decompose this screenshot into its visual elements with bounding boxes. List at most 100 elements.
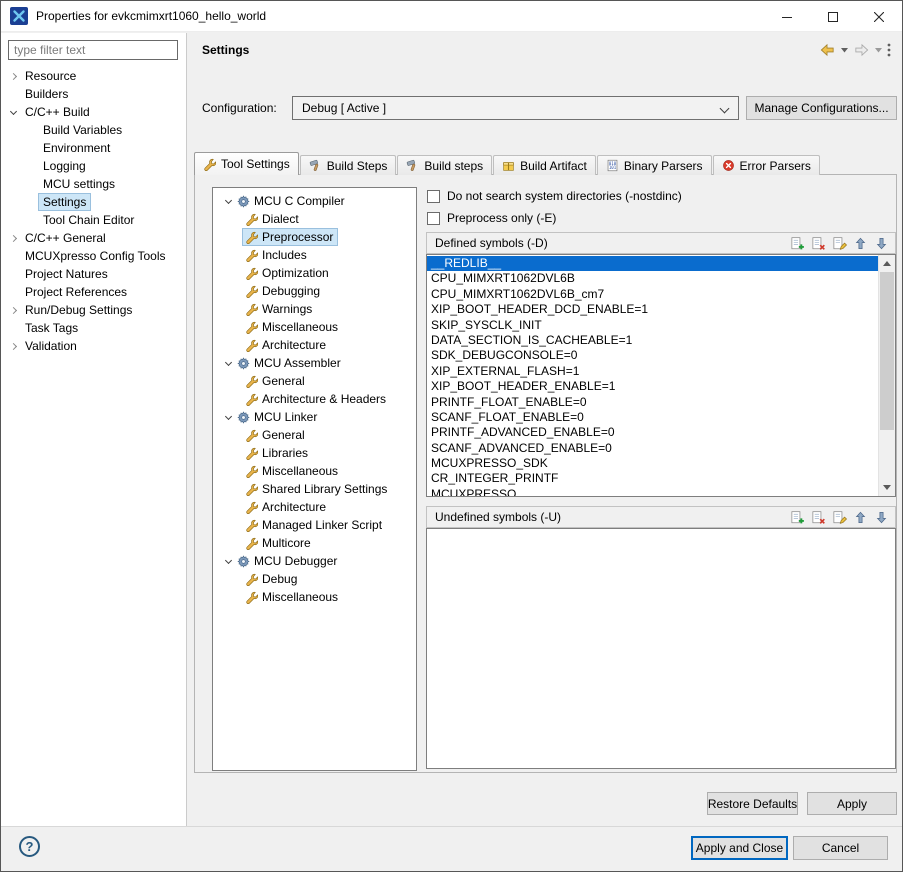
tab-binary-parsers[interactable]: 010101Binary Parsers: [597, 155, 712, 175]
tab-error-parsers[interactable]: Error Parsers: [713, 155, 820, 175]
add-button[interactable]: [788, 234, 807, 252]
expand-arrow-icon[interactable]: [5, 74, 21, 79]
maximize-button[interactable]: [810, 1, 856, 32]
expand-arrow-icon[interactable]: [5, 344, 21, 349]
symbol-list-item[interactable]: XIP_BOOT_HEADER_DCD_ENABLE=1: [427, 302, 878, 317]
move-up-button[interactable]: [851, 508, 870, 526]
restore-defaults-button[interactable]: Restore Defaults: [707, 792, 798, 815]
symbol-list-item[interactable]: PRINTF_ADVANCED_ENABLE=0: [427, 425, 878, 440]
sidebar-item-build-variables[interactable]: Build Variables: [1, 121, 186, 139]
tab-build-steps[interactable]: Build Steps: [300, 155, 397, 175]
symbol-list-item[interactable]: PRINTF_FLOAT_ENABLE=0: [427, 395, 878, 410]
collapse-arrow-icon[interactable]: [5, 111, 21, 114]
sidebar-item-c-c-build[interactable]: C/C++ Build: [1, 103, 186, 121]
sidebar-item-builders[interactable]: Builders: [1, 85, 186, 103]
help-button[interactable]: ?: [19, 836, 40, 857]
tool-tree-item-includes[interactable]: Includes: [243, 246, 416, 264]
sidebar-item-mcu-settings[interactable]: MCU settings: [1, 175, 186, 193]
edit-button[interactable]: [830, 234, 849, 252]
tool-tree-item-managed-linker-script[interactable]: Managed Linker Script: [243, 516, 416, 534]
tool-tree-item-optimization[interactable]: Optimization: [243, 264, 416, 282]
expand-arrow-icon[interactable]: [5, 308, 21, 313]
collapse-arrow-icon[interactable]: [221, 362, 235, 365]
sidebar-item-resource[interactable]: Resource: [1, 67, 186, 85]
scroll-down-button[interactable]: [879, 479, 895, 496]
edit-button[interactable]: [830, 508, 849, 526]
move-down-button[interactable]: [872, 234, 891, 252]
symbol-list-item[interactable]: SDK_DEBUGCONSOLE=0: [427, 348, 878, 363]
delete-button[interactable]: [809, 508, 828, 526]
tool-tree-item-mcu-linker[interactable]: MCU Linker: [221, 408, 416, 426]
symbol-list-item[interactable]: CR_INTEGER_PRINTF: [427, 471, 878, 486]
titlebar[interactable]: Properties for evkcmimxrt1060_hello_worl…: [1, 1, 902, 32]
checkbox-row-nostdinc[interactable]: Do not search system directories (-nostd…: [427, 188, 682, 204]
add-button[interactable]: [788, 508, 807, 526]
sidebar-item-validation[interactable]: Validation: [1, 337, 186, 355]
close-button[interactable]: [856, 1, 902, 32]
tool-tree-item-miscellaneous[interactable]: Miscellaneous: [243, 318, 416, 336]
symbol-list-item[interactable]: XIP_BOOT_HEADER_ENABLE=1: [427, 379, 878, 394]
tool-tree-item-architecture[interactable]: Architecture: [243, 336, 416, 354]
tool-tree-item-miscellaneous[interactable]: Miscellaneous: [243, 588, 416, 606]
tool-tree-item-miscellaneous[interactable]: Miscellaneous: [243, 462, 416, 480]
tool-tree-item-debug[interactable]: Debug: [243, 570, 416, 588]
sidebar-item-mcuxpresso-config-tools[interactable]: MCUXpresso Config Tools: [1, 247, 186, 265]
tab-build-artifact[interactable]: Build Artifact: [493, 155, 596, 175]
symbol-list-item[interactable]: __REDLIB__: [427, 256, 878, 271]
expand-arrow-icon[interactable]: [5, 236, 21, 241]
symbol-list-item[interactable]: MCUXPRESSO_SDK: [427, 456, 878, 471]
defined-symbols-scrollbar[interactable]: [878, 255, 895, 496]
move-up-button[interactable]: [851, 234, 870, 252]
tool-tree-item-shared-library-settings[interactable]: Shared Library Settings: [243, 480, 416, 498]
symbol-list-item[interactable]: SKIP_SYSCLK_INIT: [427, 318, 878, 333]
apply-button[interactable]: Apply: [807, 792, 897, 815]
symbol-list-item[interactable]: SCANF_ADVANCED_ENABLE=0: [427, 441, 878, 456]
symbol-list-item[interactable]: CPU_MIMXRT1062DVL6B: [427, 271, 878, 286]
tool-tree-item-dialect[interactable]: Dialect: [243, 210, 416, 228]
preprocess-only-checkbox[interactable]: [427, 212, 440, 225]
cancel-button[interactable]: Cancel: [793, 836, 888, 860]
forward-menu-button[interactable]: [874, 40, 883, 60]
filter-input[interactable]: [8, 40, 178, 60]
sidebar-item-settings[interactable]: Settings: [1, 193, 186, 211]
tool-tree-item-architecture-headers[interactable]: Architecture & Headers: [243, 390, 416, 408]
move-down-button[interactable]: [872, 508, 891, 526]
overflow-button[interactable]: [886, 40, 892, 60]
symbol-list-item[interactable]: XIP_EXTERNAL_FLASH=1: [427, 364, 878, 379]
collapse-arrow-icon[interactable]: [221, 416, 235, 419]
delete-button[interactable]: [809, 234, 828, 252]
tool-tree-item-libraries[interactable]: Libraries: [243, 444, 416, 462]
tool-tree-item-mcu-debugger[interactable]: MCU Debugger: [221, 552, 416, 570]
tool-tree-item-architecture[interactable]: Architecture: [243, 498, 416, 516]
tool-tree-item-warnings[interactable]: Warnings: [243, 300, 416, 318]
tool-tree-item-multicore[interactable]: Multicore: [243, 534, 416, 552]
tool-tree-item-general[interactable]: General: [243, 372, 416, 390]
sidebar-item-project-natures[interactable]: Project Natures: [1, 265, 186, 283]
symbol-list-item[interactable]: CPU_MIMXRT1062DVL6B_cm7: [427, 287, 878, 302]
undefined-symbols-list[interactable]: [426, 528, 896, 769]
nostdinc-checkbox[interactable]: [427, 190, 440, 203]
configuration-dropdown[interactable]: Debug [ Active ]: [292, 96, 739, 120]
forward-button[interactable]: [852, 40, 871, 60]
sidebar-item-environment[interactable]: Environment: [1, 139, 186, 157]
sidebar-item-task-tags[interactable]: Task Tags: [1, 319, 186, 337]
sidebar-item-tool-chain-editor[interactable]: Tool Chain Editor: [1, 211, 186, 229]
symbol-list-item[interactable]: DATA_SECTION_IS_CACHEABLE=1: [427, 333, 878, 348]
symbol-list-item[interactable]: MCUXPRESSO: [427, 487, 878, 496]
tab-build-steps[interactable]: Build steps: [397, 155, 492, 175]
checkbox-row-preprocess-only[interactable]: Preprocess only (-E): [427, 210, 556, 226]
sidebar-item-c-c-general[interactable]: C/C++ General: [1, 229, 186, 247]
tab-tool-settings[interactable]: Tool Settings: [194, 152, 299, 175]
tool-tree-item-preprocessor[interactable]: Preprocessor: [243, 228, 416, 246]
back-button[interactable]: [818, 40, 837, 60]
tool-tree-item-mcu-assembler[interactable]: MCU Assembler: [221, 354, 416, 372]
tool-tree-item-general[interactable]: General: [243, 426, 416, 444]
minimize-button[interactable]: [764, 1, 810, 32]
sidebar-item-logging[interactable]: Logging: [1, 157, 186, 175]
manage-configurations-button[interactable]: Manage Configurations...: [746, 96, 897, 120]
tool-tree-item-debugging[interactable]: Debugging: [243, 282, 416, 300]
sidebar-item-project-references[interactable]: Project References: [1, 283, 186, 301]
scroll-up-button[interactable]: [879, 255, 895, 272]
collapse-arrow-icon[interactable]: [221, 200, 235, 203]
back-menu-button[interactable]: [840, 40, 849, 60]
